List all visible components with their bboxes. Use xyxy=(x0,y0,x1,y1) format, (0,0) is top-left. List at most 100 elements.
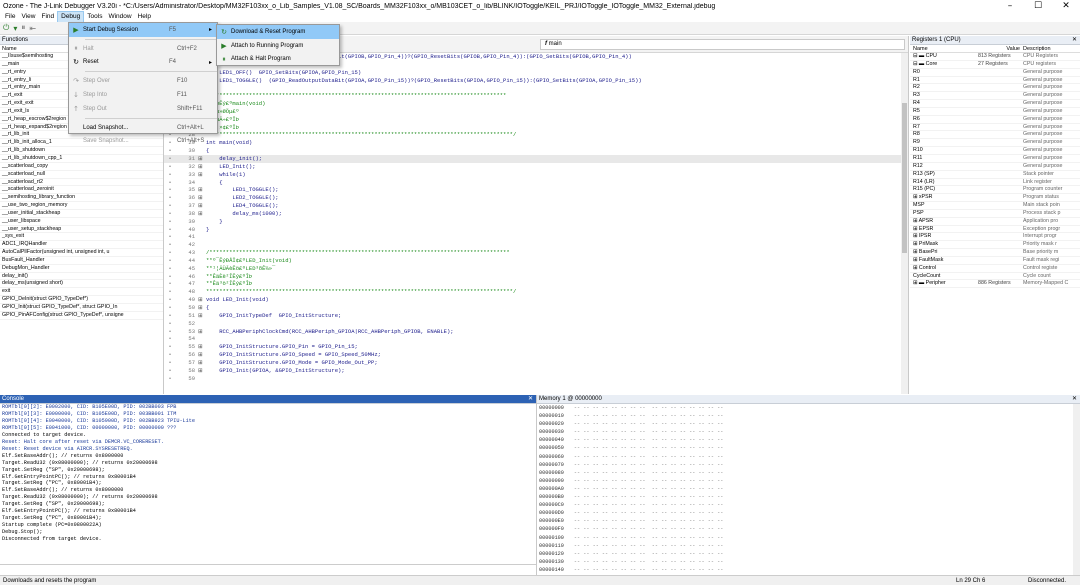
menu-find[interactable]: Find xyxy=(38,12,57,22)
register-row[interactable]: ⊞ APSR Application pro xyxy=(910,218,1080,226)
code-line[interactable]: •27**±¸×¢£ºÎÞ xyxy=(164,124,902,132)
expand-icon[interactable] xyxy=(198,241,206,249)
register-row[interactable]: R10 General purpose xyxy=(910,147,1080,155)
debug-menu-item[interactable]: ↑ Step Out Shift+F11 xyxy=(69,102,217,116)
function-item[interactable]: GPIO_DeInit(struct GPIO_TypeDef*) xyxy=(0,296,163,304)
register-row[interactable]: ⊞ IPSR Interrupt progr xyxy=(910,233,1080,242)
function-item[interactable]: __use_two_region_memory xyxy=(0,202,163,210)
code-line[interactable]: • 57 ⊞ GPIO_InitStructure.GPIO_Mode = GPIO… xyxy=(164,359,902,367)
register-row[interactable]: R12 General purpose xyxy=(910,163,1080,171)
expand-icon[interactable]: ⊞ xyxy=(198,155,206,163)
breakpoint-gutter[interactable]: • xyxy=(164,367,176,375)
code-line[interactable]: • 39 } xyxy=(164,218,902,226)
register-row[interactable]: R1 General purpose xyxy=(910,77,1080,85)
memory-row[interactable]: 000000E0 -- -- -- -- -- -- -- -- -- -- --… xyxy=(537,517,1073,525)
register-row[interactable]: CycleCount Cycle count xyxy=(910,273,1080,281)
submenu-item[interactable]: ▶ Attach to Running Program xyxy=(217,39,339,53)
code-line[interactable]: • 43 /************************************… xyxy=(164,249,902,257)
breakpoint-gutter[interactable]: • xyxy=(164,343,176,351)
expand-icon[interactable] xyxy=(198,218,206,226)
memory-row[interactable]: 000000A0 -- -- -- -- -- -- -- -- -- -- --… xyxy=(537,485,1073,493)
expand-icon[interactable] xyxy=(198,265,206,273)
expand-icon[interactable]: ⊞ xyxy=(198,343,206,351)
memory-row[interactable]: 000000D0 -- -- -- -- -- -- -- -- -- -- --… xyxy=(537,509,1073,517)
register-row[interactable]: ⊞ FaultMask Fault mask regi xyxy=(910,257,1080,265)
menu-tools[interactable]: Tools xyxy=(84,12,105,22)
source-scrollbar[interactable] xyxy=(901,53,908,394)
register-row[interactable]: R14 (LR) Link register xyxy=(910,179,1080,187)
register-row[interactable]: R4 General purpose xyxy=(910,100,1080,108)
breakpoint-gutter[interactable]: • xyxy=(164,171,176,179)
code-line[interactable]: • 50 ⊞{ xyxy=(164,304,902,312)
debug-menu-item[interactable]: ↻ Reset F4 ▸ xyxy=(69,56,217,70)
debug-menu-item[interactable]: ⏸ Halt Ctrl+F2 xyxy=(69,42,217,56)
register-row[interactable]: ⊟ ▬ Core 27 Registers CPU registers xyxy=(910,61,1080,69)
register-row[interactable]: R5 General purpose xyxy=(910,108,1080,116)
code-line[interactable]: ine LED1_TOGGLE() (GPIO_ReadOutputDataBi… xyxy=(164,77,902,85)
memory-row[interactable]: 00000060 -- -- -- -- -- -- -- -- -- -- --… xyxy=(537,453,1073,461)
function-item[interactable]: __scatterload_rt2 xyxy=(0,179,163,187)
memory-view[interactable]: 00000000 -- -- -- -- -- -- -- -- -- -- --… xyxy=(537,404,1073,575)
code-line[interactable]: • 29 int main(void) xyxy=(164,139,902,147)
register-row[interactable]: R8 General purpose xyxy=(910,131,1080,140)
function-item[interactable]: _sys_exit xyxy=(0,233,163,242)
expand-icon[interactable]: ⊞ xyxy=(198,312,206,320)
function-item[interactable]: __user_libspace xyxy=(0,218,163,226)
code-line[interactable]: • 59 xyxy=(164,375,902,383)
memory-row[interactable]: 00000010 -- -- -- -- -- -- -- -- -- -- --… xyxy=(537,412,1073,420)
expand-icon[interactable]: ⊞ xyxy=(198,202,206,210)
minimize-button[interactable]: – xyxy=(996,0,1024,12)
breakpoint-gutter[interactable]: • xyxy=(164,210,176,218)
breakpoint-gutter[interactable]: • xyxy=(164,163,176,171)
function-item[interactable]: ADC1_IRQHandler xyxy=(0,241,163,250)
expand-icon[interactable]: ⊞ xyxy=(198,359,206,367)
breakpoint-gutter[interactable]: • xyxy=(164,273,176,281)
register-row[interactable]: R15 (PC) Program counter xyxy=(910,186,1080,195)
breakpoint-gutter[interactable]: • xyxy=(164,257,176,265)
pause-icon[interactable]: ⏸ xyxy=(21,23,25,33)
register-row[interactable]: R2 General purpose xyxy=(910,84,1080,93)
register-row[interactable]: PSP Process stack p xyxy=(910,210,1080,218)
register-row[interactable]: R3 General purpose xyxy=(910,92,1080,101)
breakpoint-gutter[interactable]: • xyxy=(164,351,176,359)
breakpoint-gutter[interactable]: • xyxy=(164,304,176,312)
code-line[interactable]: * ²æÊý£ºmain(void) xyxy=(164,100,902,108)
close-button[interactable]: ✕ xyxy=(1052,0,1080,12)
breakpoint-gutter[interactable]: • xyxy=(164,186,176,194)
code-line[interactable]: • 51 ⊞ GPIO_InitTypeDef GPIO_InitStructure… xyxy=(164,312,902,320)
debug-menu-item[interactable]: ▶ Start Debug Session F5 ▸ xyxy=(69,23,217,37)
code-line[interactable] xyxy=(164,84,902,92)
menu-window[interactable]: Window xyxy=(105,12,134,22)
breakpoint-gutter[interactable]: • xyxy=(164,226,176,234)
power-icon[interactable]: ⏻ xyxy=(3,23,9,33)
close-icon[interactable]: ✕ xyxy=(1072,395,1077,404)
code-line[interactable]: •26**ËµÃ÷£ºÎÞ xyxy=(164,116,902,124)
function-item[interactable]: __semihosting_library_function xyxy=(0,194,163,203)
function-item[interactable]: __scatterload_null xyxy=(0,171,163,179)
function-selector[interactable]: f main xyxy=(540,39,905,50)
breakpoint-gutter[interactable]: • xyxy=(164,155,176,163)
expand-icon[interactable]: ⊞ xyxy=(198,194,206,202)
breakpoint-gutter[interactable]: • xyxy=(164,312,176,320)
expand-icon[interactable] xyxy=(198,375,206,383)
code-line[interactable]: • 34 { xyxy=(164,179,902,187)
expand-icon[interactable]: ⊞ xyxy=(198,171,206,179)
code-line[interactable]: • 38 ⊞ delay_ms(1000); xyxy=(164,210,902,218)
breakpoint-gutter[interactable]: • xyxy=(164,233,176,241)
memory-scrollbar[interactable] xyxy=(1073,404,1080,575)
code-line[interactable]: • 46 **ÊäÈë²ÎÊý£ºÎÞ xyxy=(164,273,902,281)
code-line[interactable]: • 31 ⊞ delay_init(); xyxy=(164,154,902,163)
code-line[interactable]: • 58 ⊞ GPIO_Init(GPIOA, &GPIO_InitStructur… xyxy=(164,367,902,375)
close-icon[interactable]: ✕ xyxy=(528,395,533,404)
expand-icon[interactable]: ⊞ xyxy=(198,296,206,304)
expand-icon[interactable] xyxy=(198,273,206,281)
code-line[interactable]: • 28 *************************************… xyxy=(164,131,902,139)
function-item[interactable]: __user_initial_stackheap xyxy=(0,210,163,218)
memory-row[interactable]: 00000000 -- -- -- -- -- -- -- -- -- -- --… xyxy=(537,404,1073,412)
code-view[interactable]: ine LED3_TOGGLE() (GPIO_ReadOutputDataBi… xyxy=(164,53,902,394)
register-row[interactable]: R0 General purpose xyxy=(910,69,1080,77)
function-item[interactable]: delay_ms(unsigned short) xyxy=(0,280,163,289)
run-icon[interactable]: ▾ xyxy=(13,24,17,33)
memory-row[interactable]: 000000B0 -- -- -- -- -- -- -- -- -- -- --… xyxy=(537,493,1073,501)
expand-icon[interactable] xyxy=(198,257,206,265)
